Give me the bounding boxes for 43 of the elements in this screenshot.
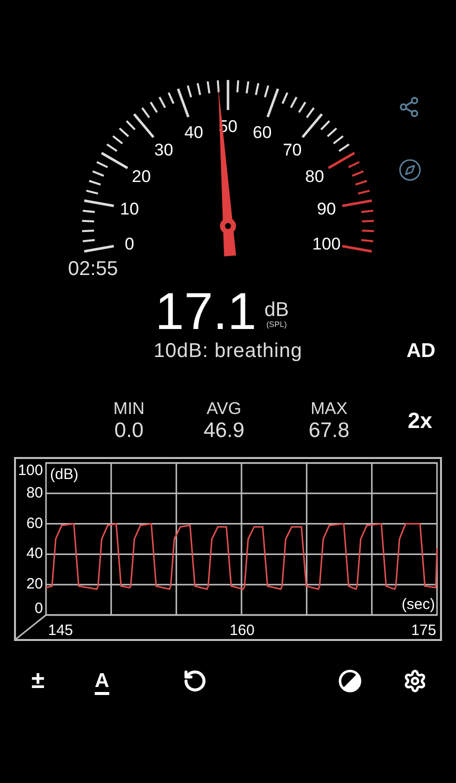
reset-icon xyxy=(183,669,207,693)
axis-title: (dB) xyxy=(50,466,78,483)
axis-label: 100 xyxy=(18,462,43,479)
compass-button[interactable] xyxy=(398,158,422,182)
stat-value: 0.0 xyxy=(114,419,144,443)
scale-label: 20 xyxy=(132,167,151,186)
stat-value: 46.9 xyxy=(204,419,244,443)
compass-icon xyxy=(398,158,422,182)
calibrate-button[interactable]: ± xyxy=(6,663,70,699)
settings-icon xyxy=(403,669,427,693)
axis-label: 175 xyxy=(411,622,436,639)
scale-label: 60 xyxy=(252,123,272,142)
stat-value: 67.8 xyxy=(308,419,350,443)
axis-label: 60 xyxy=(26,514,43,532)
scale-label: 100 xyxy=(312,234,341,254)
zoom-button[interactable]: 2x xyxy=(384,408,456,434)
stat-label: MAX xyxy=(310,399,348,419)
stat-label: MIN xyxy=(113,399,145,419)
level-description: 10dB: breathing xyxy=(152,340,304,363)
weighting-label: (SPL) xyxy=(266,320,287,328)
axis-label: 80 xyxy=(26,484,43,502)
share-icon xyxy=(398,96,420,118)
ad-button[interactable]: AD xyxy=(386,340,456,363)
stat-label: AVG xyxy=(206,399,242,419)
scale-label: 30 xyxy=(154,140,174,160)
axis-label: 20 xyxy=(26,576,43,593)
scale-label: 40 xyxy=(184,123,204,142)
axis-label: 145 xyxy=(48,622,74,639)
elapsed-time: 02:55 xyxy=(67,258,120,280)
scale-label: 90 xyxy=(317,200,336,219)
scale-label: 70 xyxy=(282,140,302,160)
scale-label: 80 xyxy=(305,167,324,186)
unit-label: dB xyxy=(264,300,289,320)
axis-title: (sec) xyxy=(402,596,435,613)
share-button[interactable] xyxy=(398,96,420,118)
axis-label: 0 xyxy=(34,600,43,617)
sound-level-value: 17.1 xyxy=(155,286,256,338)
contrast-icon xyxy=(338,669,362,693)
scale-label: 10 xyxy=(120,200,139,219)
scale-label: 0 xyxy=(124,234,134,254)
weighting-button[interactable]: A xyxy=(70,663,134,699)
axis-label: 160 xyxy=(230,622,255,639)
axis-label: 40 xyxy=(26,545,43,562)
